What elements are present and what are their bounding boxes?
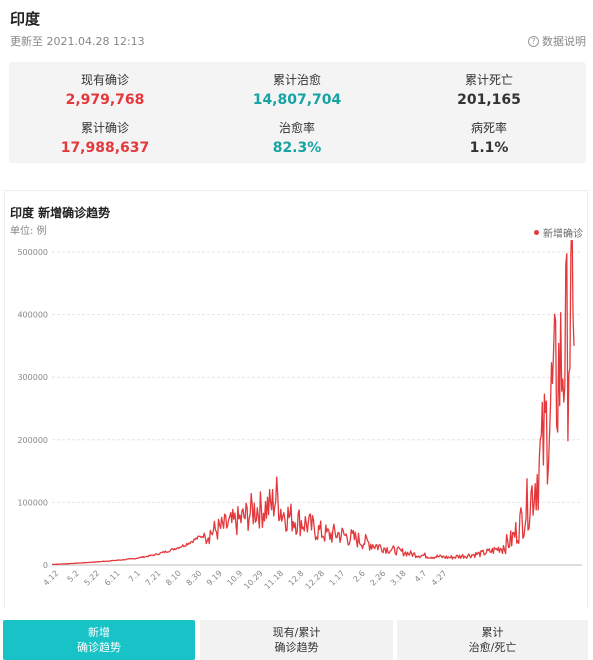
series-line-new-confirmed (51, 240, 575, 566)
stat-value: 2,979,768 (65, 92, 145, 108)
update-time: 更新至 2021.04.28 12:13 (10, 35, 145, 48)
question-icon: ? (528, 35, 539, 47)
x-tick-label: 12.28 (304, 569, 327, 590)
x-tick-label: 4.12 (42, 569, 61, 588)
x-tick-label: 5.22 (82, 569, 101, 588)
y-tick-label: 300000 (17, 373, 48, 382)
x-tick-label: 7.21 (144, 569, 163, 588)
x-tick-label: 3.18 (389, 569, 408, 588)
x-tick-label: 10.29 (242, 569, 265, 590)
stats-panel: 现有确诊 2,979,768 累计治愈 14,807,704 累计死亡 201,… (9, 62, 586, 163)
stat-total-cured: 累计治愈 14,807,704 (201, 71, 393, 108)
chart-unit: 单位: 例 (10, 226, 47, 237)
chart-tabs: 新增 确诊趋势 现有/累计 确诊趋势 累计 治愈/死亡 (3, 620, 588, 660)
tab-line2: 治愈/死亡 (468, 641, 517, 654)
stat-value: 1.1% (469, 140, 509, 156)
tab-new-confirmed[interactable]: 新增 确诊趋势 (3, 620, 195, 660)
y-tick-label: 100000 (17, 498, 48, 507)
x-tick-label: 4.27 (430, 569, 449, 588)
tab-line2: 确诊趋势 (274, 641, 319, 654)
y-tick-label: 500000 (17, 248, 48, 257)
stat-label: 累计死亡 (464, 73, 513, 87)
header: 印度 更新至 2021.04.28 12:13 ? 数据说明 (10, 8, 586, 52)
stat-current-confirmed: 现有确诊 2,979,768 (9, 71, 201, 108)
tab-cured-deaths[interactable]: 累计 治愈/死亡 (397, 620, 588, 660)
y-tick-label: 400000 (17, 311, 48, 320)
chart-legend[interactable]: 新增确诊 (534, 225, 583, 240)
stat-cure-rate: 治愈率 82.3% (201, 119, 393, 156)
trend-chart[interactable]: 500000 400000 300000 200000 100000 04.12 5.2 5.… (0, 240, 593, 590)
x-tick-label: 11.18 (263, 569, 286, 590)
x-tick-label: 8.30 (185, 569, 204, 588)
stat-total-confirmed: 累计确诊 17,988,637 (9, 119, 201, 156)
stat-value: 17,988,637 (60, 140, 150, 156)
data-explain-link[interactable]: ? 数据说明 (528, 33, 586, 49)
tab-line2: 确诊趋势 (77, 641, 121, 654)
stat-value: 82.3% (272, 140, 322, 156)
stat-label: 病死率 (470, 121, 507, 135)
x-tick-label: 6.11 (103, 569, 122, 588)
x-tick-label: 4.7 (413, 569, 428, 584)
data-explain-label: 数据说明 (542, 35, 586, 48)
tab-current-cumulative[interactable]: 现有/累计 确诊趋势 (200, 620, 393, 660)
tab-line1: 累计 (481, 626, 504, 639)
stat-value: 201,165 (457, 92, 521, 108)
y-tick-label: 200000 (17, 436, 48, 445)
stat-label: 累计治愈 (272, 73, 321, 87)
legend-dot-icon (534, 230, 539, 235)
page-title: 印度 (10, 10, 41, 28)
y-tick-label: 0 (43, 561, 48, 570)
x-tick-label: 1.17 (328, 569, 347, 588)
x-tick-label: 2.26 (368, 569, 387, 588)
legend-label: 新增确诊 (543, 229, 583, 240)
stat-death-rate: 病死率 1.1% (393, 119, 585, 156)
tab-line1: 新增 (88, 626, 110, 639)
chart-title: 印度 新增确诊趋势 (10, 206, 111, 220)
x-tick-label: 9.19 (205, 569, 224, 588)
stat-label: 治愈率 (278, 121, 315, 135)
stat-total-deaths: 累计死亡 201,165 (393, 71, 585, 108)
stat-label: 累计确诊 (80, 121, 129, 135)
x-tick-label: 8.10 (164, 569, 183, 588)
stat-label: 现有确诊 (80, 73, 129, 87)
tab-line1: 现有/累计 (272, 626, 321, 639)
x-tick-label: 7.1 (127, 569, 142, 584)
x-tick-label: 2.6 (352, 569, 367, 584)
stat-value: 14,807,704 (252, 92, 342, 108)
x-tick-label: 5.2 (66, 569, 81, 584)
